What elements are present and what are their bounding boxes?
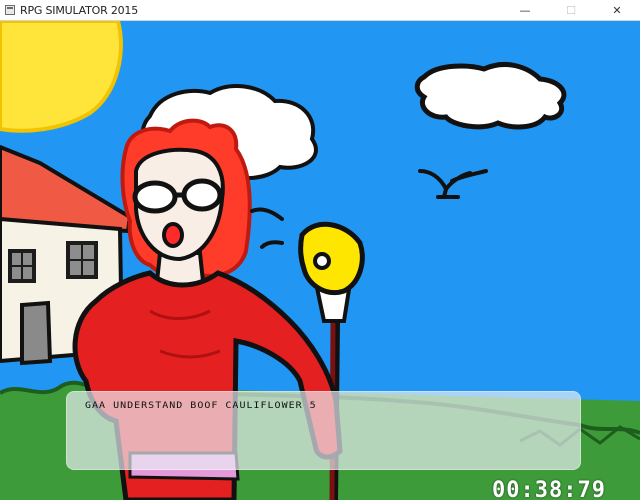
window-controls: — ☐ ✕ <box>502 0 640 21</box>
dialog-box[interactable]: GAA UNDERSTAND BOOF CAULIFLOWER 5 <box>66 391 581 470</box>
title-bar[interactable]: RPG SIMULATOR 2015 — ☐ ✕ <box>0 0 640 21</box>
game-window: RPG SIMULATOR 2015 — ☐ ✕ GAA UNDERSTAND … <box>0 0 640 500</box>
mouth <box>162 222 184 248</box>
app-window-icon <box>5 5 15 15</box>
game-timer: 00:38:79 <box>492 478 606 500</box>
dialog-text: GAA UNDERSTAND BOOF CAULIFLOWER 5 <box>85 401 317 411</box>
sun <box>0 21 123 133</box>
close-button[interactable]: ✕ <box>594 0 640 21</box>
window-title: RPG SIMULATOR 2015 <box>20 3 139 17</box>
minimize-button[interactable]: — <box>502 0 548 21</box>
bird <box>418 169 488 199</box>
maximize-button[interactable]: ☐ <box>548 0 594 21</box>
cloud-right <box>414 61 567 130</box>
game-scene[interactable]: GAA UNDERSTAND BOOF CAULIFLOWER 5 00:38:… <box>0 21 640 500</box>
